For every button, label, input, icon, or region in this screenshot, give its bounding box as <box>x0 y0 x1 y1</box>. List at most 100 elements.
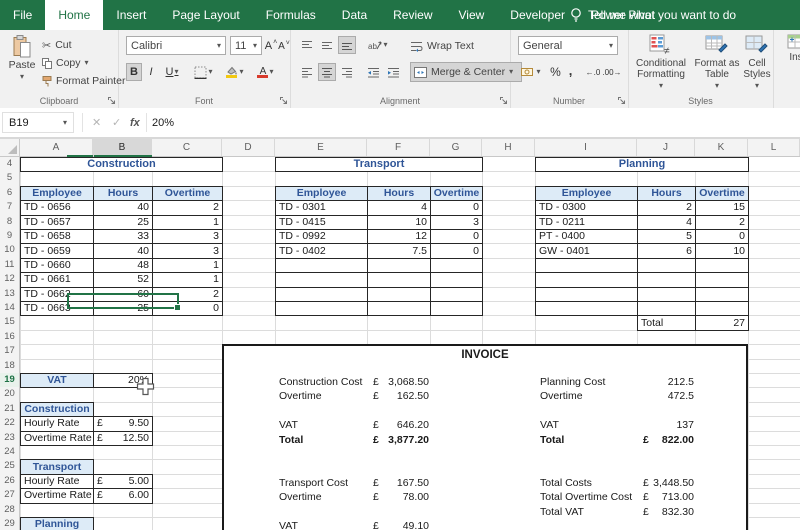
row-header-22[interactable]: 22 <box>0 416 20 431</box>
select-all-corner[interactable] <box>0 139 20 156</box>
accounting-format-button[interactable]: ▾ <box>518 63 544 81</box>
cell-B9[interactable]: 33 <box>93 229 153 244</box>
row-header-27[interactable]: 27 <box>0 488 20 503</box>
row-header-14[interactable]: 14 <box>0 301 20 316</box>
cell-G9[interactable]: 0 <box>430 229 483 244</box>
font-dialog-launcher[interactable] <box>279 96 288 105</box>
increase-font-size-button[interactable]: A˄ <box>265 37 277 55</box>
row-header-6[interactable]: 6 <box>0 186 20 201</box>
row-header-26[interactable]: 26 <box>0 474 20 489</box>
cell-F9[interactable]: 12 <box>367 229 431 244</box>
table-title-construction[interactable]: Construction <box>20 157 223 172</box>
row-header-18[interactable]: 18 <box>0 359 20 374</box>
table-header-transport[interactable]: Employee <box>275 186 368 201</box>
row-header-7[interactable]: 7 <box>0 200 20 215</box>
column-header-J[interactable]: J <box>637 139 695 156</box>
decrease-decimal-button[interactable]: .00→ <box>603 63 621 81</box>
cell-E12[interactable] <box>275 272 368 287</box>
cell-C10[interactable]: 3 <box>152 243 223 258</box>
row-header-10[interactable]: 10 <box>0 243 20 258</box>
section-title-transport[interactable]: Transport <box>20 459 94 474</box>
cell-G10[interactable]: 0 <box>430 243 483 258</box>
planning-total-value[interactable]: 27 <box>695 315 749 330</box>
cut-button[interactable]: ✂ Cut <box>42 37 72 53</box>
cell-A7[interactable]: TD - 0656 <box>20 200 94 215</box>
rate-label[interactable]: Hourly Rate <box>20 474 94 489</box>
column-header-L[interactable]: L <box>748 139 800 156</box>
cell-G11[interactable] <box>430 258 483 273</box>
center-align-button[interactable] <box>318 63 336 81</box>
cell-I7[interactable]: TD - 0300 <box>535 200 638 215</box>
column-header-A[interactable]: A <box>20 139 93 156</box>
vat-label[interactable]: VAT <box>20 373 94 388</box>
borders-button[interactable]: ▾ <box>190 63 217 81</box>
middle-align-button[interactable] <box>318 36 336 54</box>
cell-E14[interactable] <box>275 301 368 316</box>
fill-handle[interactable] <box>174 304 181 311</box>
insert-function-button[interactable]: fx <box>130 112 140 133</box>
cell-G7[interactable]: 0 <box>430 200 483 215</box>
section-title-construction[interactable]: Construction <box>20 402 94 417</box>
cell-E8[interactable]: TD - 0415 <box>275 215 368 230</box>
row-header-11[interactable]: 11 <box>0 258 20 273</box>
cell-J9[interactable]: 5 <box>637 229 696 244</box>
row-header-29[interactable]: 29 <box>0 517 20 530</box>
cell-K10[interactable]: 10 <box>695 243 749 258</box>
cell-G8[interactable]: 3 <box>430 215 483 230</box>
decrease-font-size-button[interactable]: A˅ <box>278 37 290 55</box>
tab-review[interactable]: Review <box>380 0 445 30</box>
cell-A11[interactable]: TD - 0660 <box>20 258 94 273</box>
cell-C9[interactable]: 3 <box>152 229 223 244</box>
table-header-planning[interactable]: Employee <box>535 186 638 201</box>
selection-marquee[interactable] <box>67 293 179 309</box>
cell-I13[interactable] <box>535 287 638 302</box>
copy-button[interactable]: Copy ▾ <box>42 55 89 71</box>
bottom-align-button[interactable] <box>338 36 356 54</box>
row-header-21[interactable]: 21 <box>0 402 20 417</box>
table-header-planning[interactable]: Hours <box>637 186 696 201</box>
cell-G12[interactable] <box>430 272 483 287</box>
row-header-19[interactable]: 19 <box>0 373 20 388</box>
table-title-planning[interactable]: Planning <box>535 157 749 172</box>
column-header-F[interactable]: F <box>367 139 430 156</box>
cell-J12[interactable] <box>637 272 696 287</box>
column-header-H[interactable]: H <box>482 139 535 156</box>
increase-indent-button[interactable] <box>384 63 402 81</box>
cell-G13[interactable] <box>430 287 483 302</box>
number-format-select[interactable]: General ▾ <box>518 36 618 55</box>
cell-J10[interactable]: 6 <box>637 243 696 258</box>
table-header-construction[interactable]: Hours <box>93 186 153 201</box>
tab-file[interactable]: File <box>0 0 45 30</box>
row-header-12[interactable]: 12 <box>0 272 20 287</box>
tab-insert[interactable]: Insert <box>103 0 159 30</box>
row-header-13[interactable]: 13 <box>0 287 20 302</box>
name-box[interactable]: B19 ▾ <box>2 112 74 133</box>
merge-center-button[interactable]: Merge & Center ▾ <box>410 62 522 82</box>
column-header-B[interactable]: B <box>93 139 152 156</box>
cell-F11[interactable] <box>367 258 431 273</box>
format-painter-button[interactable]: Format Painter <box>42 73 125 89</box>
row-header-28[interactable]: 28 <box>0 503 20 518</box>
percent-style-button[interactable]: % <box>548 63 563 81</box>
column-header-E[interactable]: E <box>275 139 367 156</box>
rate-label[interactable]: Overtime Rate <box>20 431 94 446</box>
rate-label[interactable]: Hourly Rate <box>20 416 94 431</box>
top-align-button[interactable] <box>298 36 316 54</box>
cell-E9[interactable]: TD - 0992 <box>275 229 368 244</box>
cell-C7[interactable]: 2 <box>152 200 223 215</box>
cell-E7[interactable]: TD - 0301 <box>275 200 368 215</box>
section-title-planning[interactable]: Planning <box>20 517 94 530</box>
column-header-D[interactable]: D <box>222 139 275 156</box>
row-header-17[interactable]: 17 <box>0 344 20 359</box>
cell-J11[interactable] <box>637 258 696 273</box>
increase-decimal-button[interactable]: ←.0 <box>584 63 602 81</box>
rate-label[interactable]: Overtime Rate <box>20 488 94 503</box>
column-header-I[interactable]: I <box>535 139 637 156</box>
cell-F13[interactable] <box>367 287 431 302</box>
column-header-G[interactable]: G <box>430 139 482 156</box>
cell-E10[interactable]: TD - 0402 <box>275 243 368 258</box>
row-header-8[interactable]: 8 <box>0 215 20 230</box>
cell-C11[interactable]: 1 <box>152 258 223 273</box>
format-as-table-button[interactable]: Format as Table ▾ <box>694 34 740 100</box>
font-color-button[interactable]: A ▾ <box>251 63 280 81</box>
